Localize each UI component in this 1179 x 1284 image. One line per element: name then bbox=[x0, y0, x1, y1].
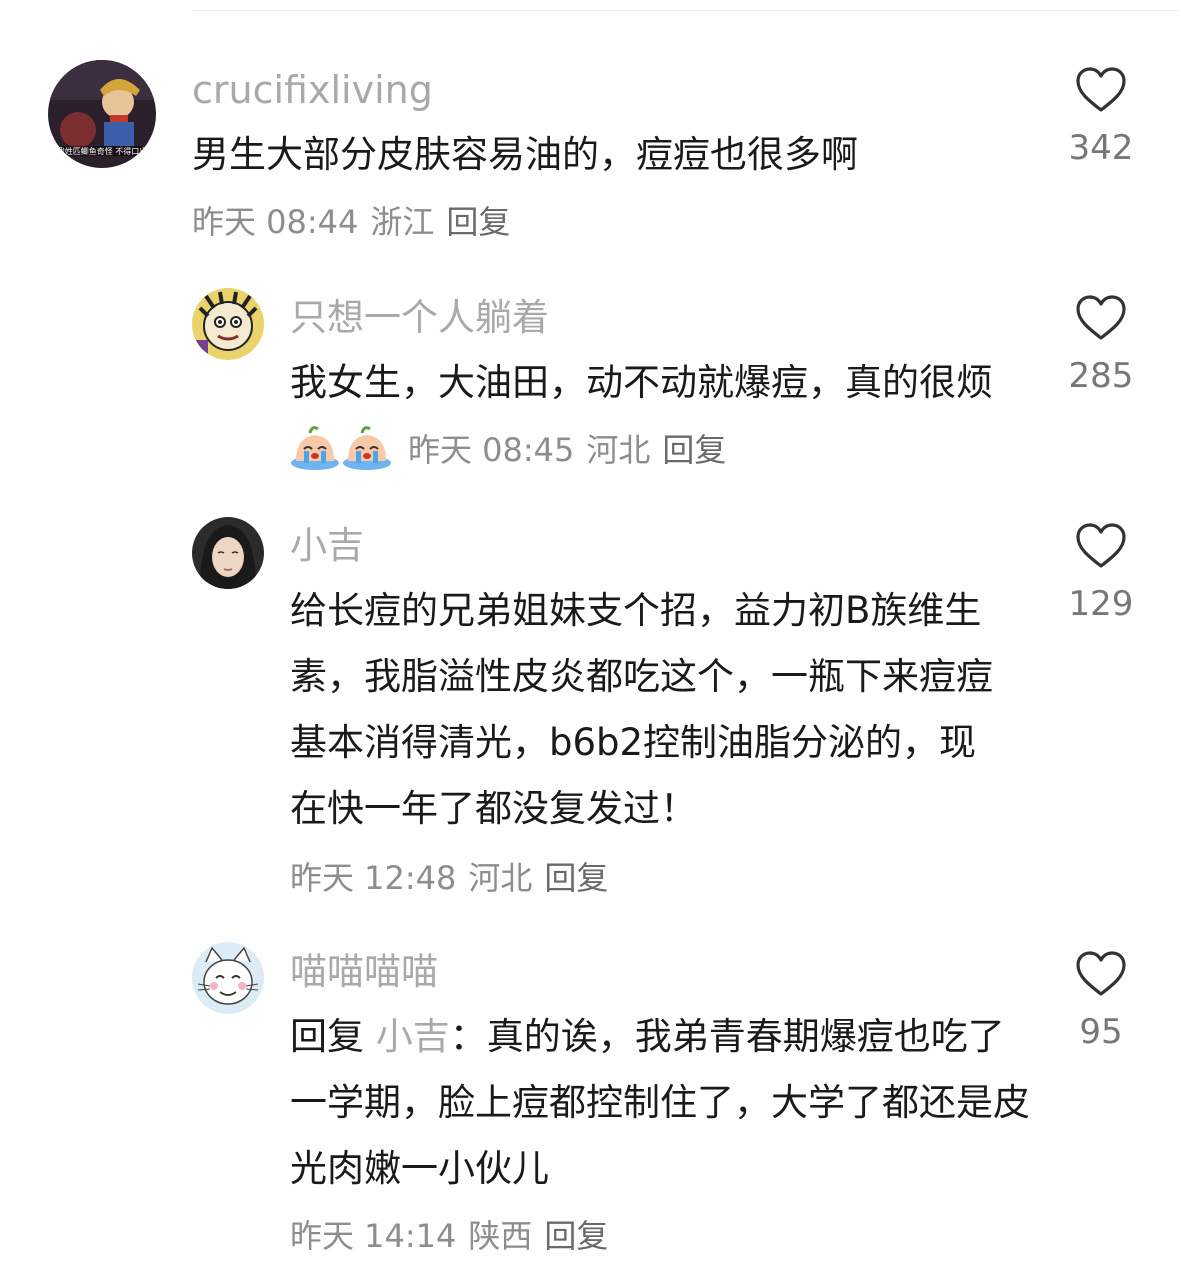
like-count: 129 bbox=[1068, 584, 1134, 624]
comment-username[interactable]: 喵喵喵喵 bbox=[290, 950, 438, 994]
reply-button[interactable]: 回复 bbox=[544, 859, 608, 897]
comment-location: 陕西 bbox=[468, 1217, 533, 1255]
comment-username[interactable]: crucifixliving bbox=[192, 68, 433, 112]
comment-location: 浙江 bbox=[370, 203, 435, 241]
comment-meta: 昨天 08:45 河北 回复 bbox=[408, 431, 738, 469]
comment-text-content: 我女生，大油田，动不动就爆痘，真的很烦 bbox=[290, 361, 993, 404]
comment-meta: 昨天 12:48 河北 回复 bbox=[290, 858, 620, 898]
heart-outline-icon[interactable] bbox=[1074, 66, 1128, 114]
comment-time: 昨天 08:45 bbox=[408, 431, 575, 469]
like-count: 285 bbox=[1068, 356, 1134, 396]
comment-text: 回复 小吉：真的诶，我弟青春期爆痘也吃了一学期，脸上痘都控制住了，大学了都还是皮… bbox=[290, 1004, 1030, 1202]
comment-meta: 昨天 08:44 浙江 回复 bbox=[192, 202, 522, 242]
like-count: 95 bbox=[1079, 1012, 1123, 1052]
like-button[interactable]: 285 bbox=[1046, 294, 1156, 396]
comment-meta: 昨天 14:14 陕西 回复 bbox=[290, 1216, 620, 1256]
comment-text: 给长痘的兄弟姐妹支个招，益力初B族维生素，我脂溢性皮炎都吃这个，一瓶下来痘痘基本… bbox=[290, 589, 993, 830]
avatar[interactable]: 我姓匹鲫鱼奇怪 不得口出 bbox=[48, 60, 156, 168]
reply-button[interactable]: 回复 bbox=[544, 1217, 608, 1255]
like-button[interactable]: 342 bbox=[1046, 66, 1156, 168]
like-button[interactable]: 95 bbox=[1046, 950, 1156, 1052]
comment-location: 河北 bbox=[586, 431, 651, 469]
reply-target-username[interactable]: 小吉 bbox=[376, 1015, 450, 1058]
reply-button[interactable]: 回复 bbox=[446, 203, 510, 241]
top-divider bbox=[192, 10, 1179, 11]
comment-text: 男生大部分皮肤容易油的，痘痘也很多啊 bbox=[192, 133, 858, 176]
reply-prefix: 回复 bbox=[290, 1015, 364, 1058]
comment-text: 我女生，大油田，动不动就爆痘，真的很烦 昨天 08:45 河北 回复 bbox=[290, 350, 1030, 483]
heart-outline-icon[interactable] bbox=[1074, 522, 1128, 570]
crying-emoji-icon bbox=[342, 423, 392, 471]
comment-time: 昨天 08:44 bbox=[192, 203, 359, 241]
avatar[interactable] bbox=[192, 942, 264, 1014]
like-button[interactable]: 129 bbox=[1046, 522, 1156, 624]
comment-location: 河北 bbox=[468, 859, 533, 897]
comment-time: 昨天 14:14 bbox=[290, 1217, 457, 1255]
heart-outline-icon[interactable] bbox=[1074, 950, 1128, 998]
avatar-caption: 我姓匹鲫鱼奇怪 不得口出 bbox=[57, 146, 148, 156]
crying-emoji-icon bbox=[290, 423, 340, 471]
heart-outline-icon[interactable] bbox=[1074, 294, 1128, 342]
reply-button[interactable]: 回复 bbox=[662, 431, 726, 469]
comment-username[interactable]: 小吉 bbox=[290, 524, 364, 568]
like-count: 342 bbox=[1068, 128, 1134, 168]
comment-time: 昨天 12:48 bbox=[290, 859, 457, 897]
comment-username[interactable]: 只想一个人躺着 bbox=[290, 296, 549, 340]
avatar[interactable] bbox=[192, 288, 264, 360]
avatar[interactable] bbox=[192, 517, 264, 589]
